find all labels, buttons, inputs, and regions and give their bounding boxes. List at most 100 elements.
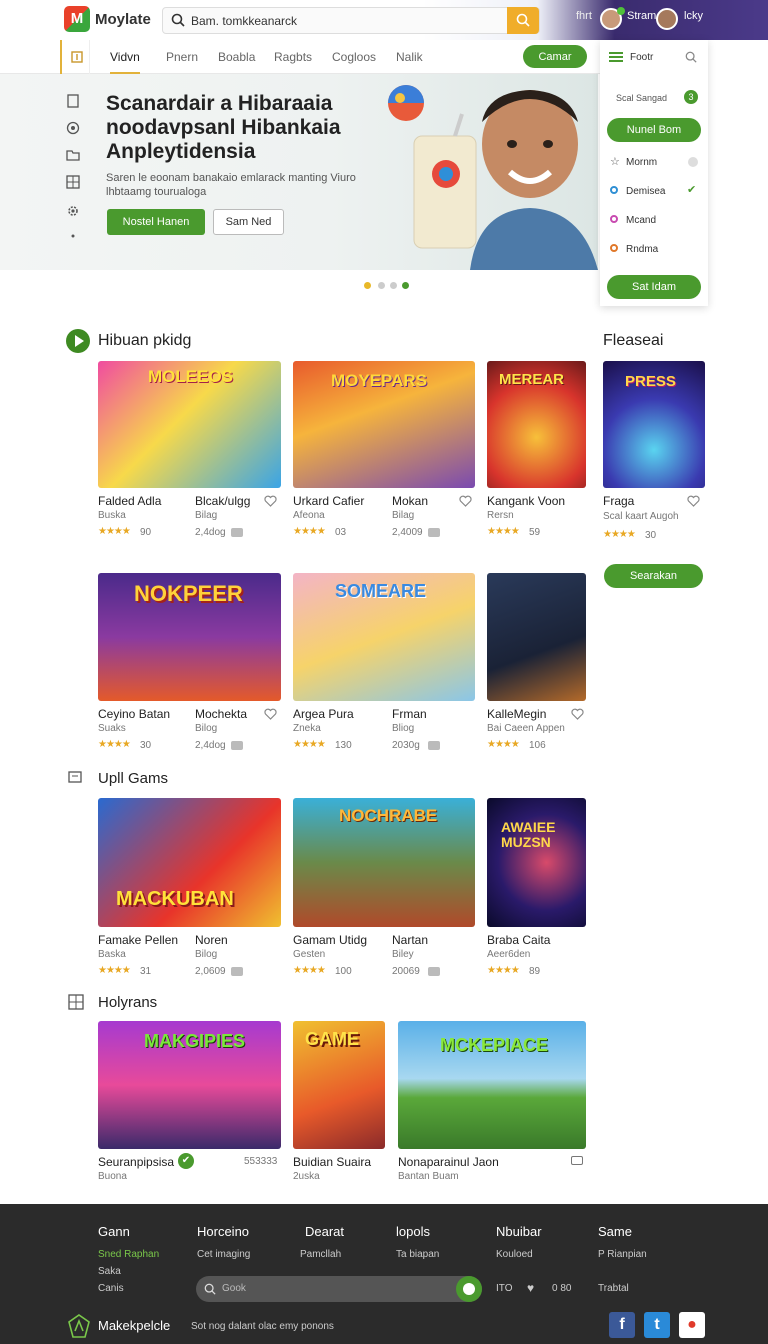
user-name[interactable]: Stram	[627, 10, 656, 22]
user-name-2[interactable]: lcky	[684, 10, 703, 22]
footer-link[interactable]: Trabtal	[598, 1283, 629, 1294]
carousel-dot[interactable]	[378, 282, 385, 289]
footer-search-input[interactable]: Gook	[222, 1283, 246, 1294]
card-title[interactable]: Nartan	[392, 933, 428, 947]
heart-icon[interactable]	[571, 708, 584, 720]
game-thumbnail[interactable]: NOKPEER	[98, 573, 281, 701]
thumbnail-title: NOKPEER	[134, 581, 243, 606]
game-thumbnail[interactable]: AWAIEE MUZSN	[487, 798, 586, 927]
nav-tab[interactable]: Nalik	[396, 50, 423, 64]
carousel-dot[interactable]	[402, 282, 409, 289]
nav-tab[interactable]: Pnern	[166, 50, 198, 64]
search-icon[interactable]	[685, 51, 697, 63]
panel-secondary-button[interactable]: Sat Idam	[607, 275, 701, 299]
bookmark-icon[interactable]	[66, 94, 80, 108]
radio-icon[interactable]	[610, 215, 618, 223]
radio-icon[interactable]	[610, 186, 618, 194]
radio-icon[interactable]	[610, 244, 618, 252]
card-title[interactable]: Braba Caita	[487, 933, 550, 947]
nav-home-tab[interactable]	[60, 40, 90, 74]
game-thumbnail[interactable]: MCKEPIACE	[398, 1021, 586, 1149]
panel-item[interactable]: Mornm	[626, 157, 657, 168]
panel-item[interactable]: Mcand	[626, 215, 656, 226]
share-icon[interactable]: ●	[679, 1312, 705, 1338]
card-title[interactable]: Buidian Suaira	[293, 1155, 371, 1169]
panel-item[interactable]: Rndma	[626, 244, 658, 255]
target-icon[interactable]	[66, 121, 80, 135]
menu-icon[interactable]	[609, 52, 623, 62]
footer-link[interactable]: P Rianpian	[598, 1249, 647, 1260]
avatar[interactable]	[656, 8, 678, 30]
heart-icon[interactable]	[687, 495, 700, 507]
card-title[interactable]: Seuranpipsisa	[98, 1155, 174, 1169]
search-button[interactable]	[507, 7, 539, 34]
app-logo[interactable]: M	[64, 6, 90, 32]
game-thumbnail[interactable]: GAME	[293, 1021, 385, 1149]
footer-link[interactable]: Sned Raphan	[98, 1249, 159, 1260]
heart-icon[interactable]	[264, 495, 277, 507]
review-count: 2,4dog	[195, 740, 226, 751]
card-title[interactable]: Falded Adla	[98, 494, 161, 508]
heart-icon[interactable]: ♥	[527, 1281, 534, 1295]
card-title[interactable]: Frman	[392, 707, 427, 721]
twitter-icon[interactable]: t	[644, 1312, 670, 1338]
game-thumbnail[interactable]: PRESS	[603, 361, 705, 488]
footer-link[interactable]: Canis	[98, 1283, 124, 1294]
heart-icon[interactable]	[459, 495, 472, 507]
rating-stars: ★★★★	[98, 965, 131, 976]
card-title[interactable]: Urkard Cafier	[293, 494, 364, 508]
card-title[interactable]: Fraga	[603, 494, 634, 508]
footer-search-button[interactable]	[456, 1276, 482, 1302]
nav-tab[interactable]: Cogloos	[332, 50, 376, 64]
game-thumbnail[interactable]: MOLEEOS	[98, 361, 281, 488]
facebook-icon[interactable]: f	[609, 1312, 635, 1338]
rating-value: 59	[529, 527, 541, 538]
grid-icon[interactable]	[66, 175, 80, 189]
panel-item[interactable]: Demisea	[626, 186, 665, 197]
card-title[interactable]: Kangank Voon	[487, 494, 565, 508]
review-count: 2,4009	[392, 527, 423, 538]
toggle-icon[interactable]	[688, 157, 698, 167]
footer-search[interactable]: Gook	[196, 1276, 482, 1302]
footer-link[interactable]: Pamcllah	[300, 1249, 341, 1260]
nav-tab[interactable]: Vidvn	[110, 50, 140, 74]
side-button[interactable]: Searakan	[604, 564, 703, 588]
card-title[interactable]: Ceyino Batan	[98, 707, 170, 721]
card-title[interactable]: Nonaparainul Jaon	[398, 1155, 499, 1169]
folder-icon[interactable]	[66, 148, 80, 162]
card-title[interactable]: Argea Pura	[293, 707, 354, 721]
hero-secondary-button[interactable]: Sam Ned	[213, 209, 284, 235]
nav-tab[interactable]: Boabla	[218, 50, 255, 64]
game-thumbnail[interactable]: MEREAR	[487, 361, 586, 488]
carousel-dot[interactable]	[364, 282, 371, 289]
hero-primary-button[interactable]: Nostel Hanen	[107, 209, 205, 235]
search-input[interactable]: Bam. tomkkeanarck	[191, 14, 297, 28]
footer-link[interactable]: Kouloed	[496, 1249, 533, 1260]
game-thumbnail[interactable]: MOYEPARS	[293, 361, 475, 488]
card-title[interactable]: Noren	[195, 933, 228, 947]
card-title[interactable]: Gamam Utidg	[293, 933, 367, 947]
carousel-dot[interactable]	[390, 282, 397, 289]
footer-link[interactable]: Cet imaging	[197, 1249, 250, 1260]
nav-cta-button[interactable]: Camar	[523, 45, 587, 68]
panel-primary-button[interactable]: Nunel Bom	[607, 118, 701, 142]
game-thumbnail[interactable]: MAKGIPIES	[98, 1021, 281, 1149]
header-right-label[interactable]: fhrt	[576, 10, 592, 22]
game-thumbnail[interactable]: MACKUBAN	[98, 798, 281, 927]
card-title[interactable]: Blcak/ulgg	[195, 494, 250, 508]
nav-tab[interactable]: Ragbts	[274, 50, 312, 64]
search-bar[interactable]: Bam. tomkkeanarck	[162, 7, 540, 34]
game-thumbnail[interactable]: SOMEARE	[293, 573, 475, 701]
card-title[interactable]: Famake Pellen	[98, 933, 178, 947]
heart-icon[interactable]	[264, 708, 277, 720]
card-title[interactable]: KalleMegin	[487, 707, 546, 721]
comment-icon	[571, 1156, 583, 1165]
game-thumbnail[interactable]	[487, 573, 586, 701]
card-title[interactable]: Mokan	[392, 494, 428, 508]
footer-link[interactable]: Saka	[98, 1266, 121, 1277]
gear-icon[interactable]	[66, 204, 80, 218]
more-icon[interactable]	[66, 229, 80, 243]
footer-link[interactable]: Ta biapan	[396, 1249, 439, 1260]
card-title[interactable]: Mochekta	[195, 707, 247, 721]
game-thumbnail[interactable]: NOCHRABE	[293, 798, 475, 927]
